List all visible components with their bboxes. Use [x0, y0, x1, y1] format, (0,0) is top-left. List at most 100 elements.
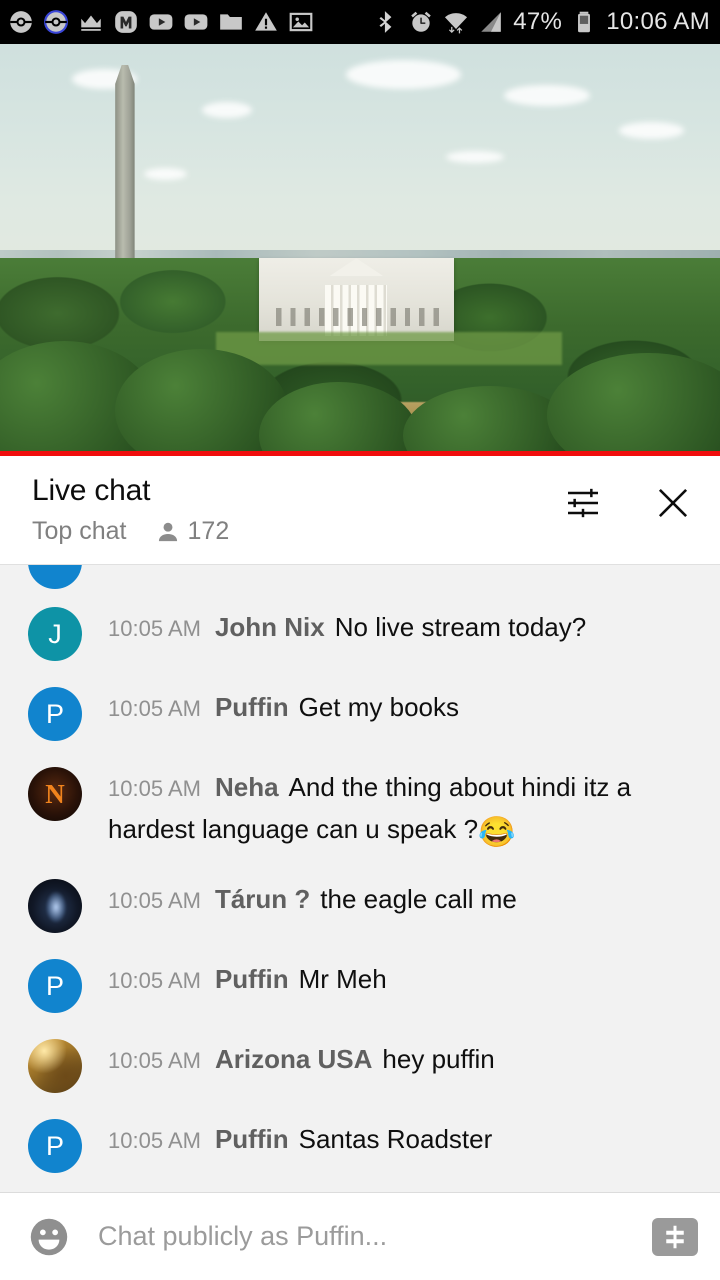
message-emoji: 😂: [478, 816, 516, 849]
message-author[interactable]: Tárun ?: [215, 884, 310, 914]
chat-message[interactable]: 10:05 AM Arizona USA hey puffin: [0, 1013, 720, 1093]
chat-message-body: 10:05 AM Puffin Get my books: [108, 687, 469, 741]
viewer-count: 172: [187, 517, 230, 545]
white-house: [259, 258, 454, 341]
white-house-windows: [266, 307, 446, 326]
chat-message-body: 10:05 AM Neha And the thing about hindi it…: [108, 767, 706, 853]
dollar-icon: [666, 1225, 684, 1248]
message-timestamp: 10:05 AM: [108, 776, 201, 801]
message-text: the eagle call me: [320, 884, 517, 914]
avatar[interactable]: [28, 1039, 82, 1093]
image-icon: [289, 12, 313, 32]
signal-icon: [481, 12, 501, 32]
bluetooth-icon: [379, 11, 392, 33]
person-icon: [158, 522, 177, 541]
cloud: [144, 167, 188, 180]
wifi-icon: [445, 13, 468, 34]
avatar[interactable]: P: [28, 687, 82, 741]
battery-icon: [578, 11, 591, 33]
messages-container: J 10:05 AM John Nix No live stream today? P 1…: [0, 565, 720, 1173]
superchat-button[interactable]: [652, 1217, 698, 1256]
status-bar-system: 47% 10:06 AM: [373, 8, 710, 36]
message-author[interactable]: John Nix: [215, 612, 325, 642]
live-chat-header: Live chat Top chat 172: [0, 456, 720, 564]
chat-message[interactable]: J 10:05 AM John Nix No live stream today?: [0, 565, 720, 661]
chat-message[interactable]: P 10:05 AM Puffin Mr Meh: [0, 933, 720, 1013]
battery-percent: 47%: [513, 8, 563, 35]
chat-message-line: 10:05 AM Puffin Mr Meh: [108, 959, 387, 1001]
message-author[interactable]: Puffin: [215, 964, 289, 994]
chat-message[interactable]: P 10:05 AM Puffin Santas Roadster: [0, 1093, 720, 1173]
message-text: hey puffin: [382, 1044, 495, 1074]
chat-message-body: 10:05 AM Puffin Santas Roadster: [108, 1119, 502, 1173]
chat-message[interactable]: 10:05 AM Tárun ? the eagle call me: [0, 853, 720, 933]
close-icon: [658, 488, 688, 518]
message-author[interactable]: Arizona USA: [215, 1044, 372, 1074]
chat-message-line: 10:05 AM Arizona USA hey puffin: [108, 1039, 495, 1081]
message-timestamp: 10:05 AM: [108, 616, 201, 641]
warning-icon: [255, 12, 277, 31]
chat-message-line: 10:05 AM John Nix No live stream today?: [108, 607, 586, 649]
chat-message-line: 10:05 AM Puffin Get my books: [108, 687, 459, 729]
chat-message-list[interactable]: J 10:05 AM John Nix No live stream today? P 1…: [0, 564, 720, 1192]
pokeball-outline-icon: [44, 10, 68, 34]
clock: 10:06 AM: [606, 8, 710, 35]
live-chat-titles: Live chat Top chat 172: [32, 474, 562, 546]
chat-input[interactable]: Chat publicly as Puffin...: [98, 1221, 652, 1252]
avatar-image: [28, 879, 82, 933]
message-text: Mr Meh: [298, 964, 387, 994]
chat-settings-button[interactable]: [562, 482, 604, 524]
chat-message[interactable]: N 10:05 AM Neha And the thing about hindi i…: [0, 741, 720, 853]
youtube-icon: [149, 14, 173, 30]
emoji-smiley-icon[interactable]: [26, 1214, 72, 1260]
status-bar: 47% 10:06 AM: [0, 0, 720, 44]
message-timestamp: 10:05 AM: [108, 1048, 201, 1073]
message-author[interactable]: Puffin: [215, 692, 289, 722]
app-root: 47% 10:06 AM Live chat Top chat 172 J 10…: [0, 0, 720, 1280]
cloud: [504, 85, 591, 106]
live-chat-subheader: Top chat 172: [32, 517, 562, 546]
message-timestamp: 10:05 AM: [108, 1128, 201, 1153]
lawn: [216, 332, 562, 366]
chat-message-body: 10:05 AM John Nix No live stream today?: [108, 607, 596, 661]
message-timestamp: 10:05 AM: [108, 888, 201, 913]
viewer-count-group: 172: [155, 517, 230, 546]
message-text: Get my books: [298, 692, 460, 722]
avatar[interactable]: P: [28, 1119, 82, 1173]
chat-message-line: 10:05 AM Neha And the thing about hindi it…: [108, 767, 696, 853]
alarm-icon: [411, 11, 431, 32]
chat-message-line: 10:05 AM Tárun ? the eagle call me: [108, 879, 517, 921]
crown-icon: [81, 15, 101, 31]
chat-mode-label[interactable]: Top chat: [32, 517, 127, 546]
status-bar-notifications: [8, 9, 373, 35]
message-timestamp: 10:05 AM: [108, 968, 201, 993]
message-timestamp: 10:05 AM: [108, 696, 201, 721]
white-house-portico: [329, 258, 384, 277]
sliders-icon: [568, 488, 598, 518]
close-chat-button[interactable]: [652, 482, 694, 524]
chat-message[interactable]: P 10:05 AM Puffin Get my books: [0, 661, 720, 741]
chat-message-body: 10:05 AM Puffin Mr Meh: [108, 959, 397, 1013]
chat-message-body: 10:05 AM Tárun ? the eagle call me: [108, 879, 527, 933]
avatar[interactable]: [28, 879, 82, 933]
video-player[interactable]: [0, 44, 720, 456]
washington-monument: [115, 64, 135, 279]
message-text: Santas Roadster: [298, 1124, 493, 1154]
chat-composer: Chat publicly as Puffin...: [0, 1192, 720, 1280]
m-app-icon: [115, 11, 137, 33]
youtube-icon-2: [184, 14, 208, 30]
live-chat-title: Live chat: [32, 474, 151, 507]
avatar[interactable]: J: [28, 607, 82, 661]
chat-message-line: 10:05 AM Puffin Santas Roadster: [108, 1119, 492, 1161]
folder-icon: [220, 14, 242, 30]
avatar[interactable]: N: [28, 767, 82, 821]
cloud: [201, 101, 252, 119]
message-text: No live stream today?: [334, 612, 587, 642]
cloud: [619, 122, 684, 139]
message-author[interactable]: Puffin: [215, 1124, 289, 1154]
live-chat-actions: [562, 474, 702, 524]
message-author[interactable]: Neha: [215, 772, 279, 802]
pokeball-icon: [10, 11, 32, 33]
avatar[interactable]: P: [28, 959, 82, 1013]
chat-message-body: 10:05 AM Arizona USA hey puffin: [108, 1039, 505, 1093]
